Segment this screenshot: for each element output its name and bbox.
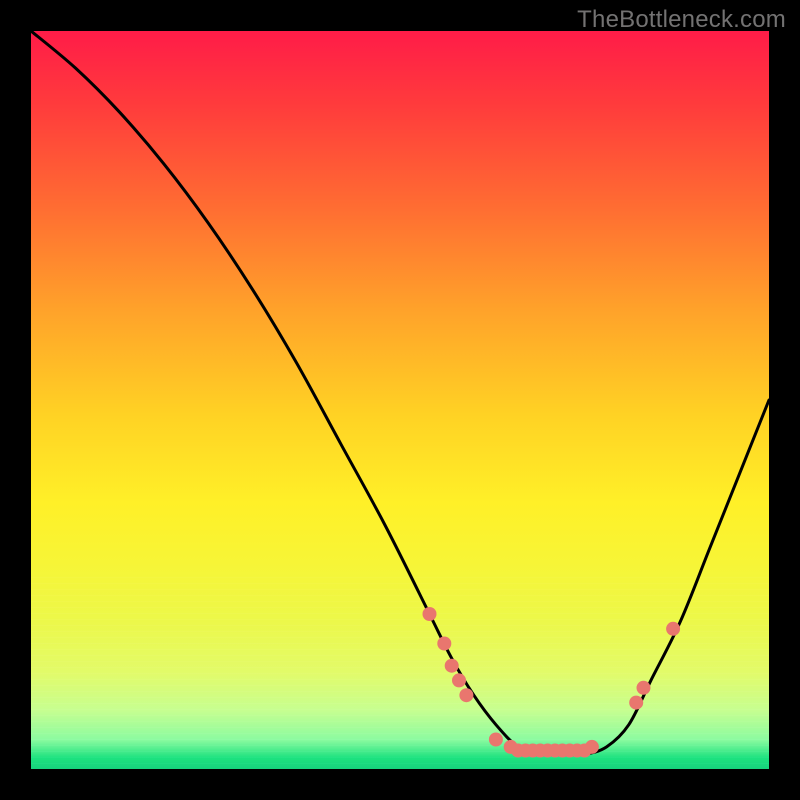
curve-dot [489, 733, 503, 747]
curve-svg [31, 31, 769, 769]
curve-dot [445, 659, 459, 673]
curve-dot [637, 681, 651, 695]
curve-dot [437, 637, 451, 651]
curve-dot [666, 622, 680, 636]
watermark-text: TheBottleneck.com [577, 6, 786, 34]
bottleneck-curve [31, 31, 769, 755]
curve-dot [423, 607, 437, 621]
curve-dot [459, 688, 473, 702]
curve-dot [629, 696, 643, 710]
plot-area [31, 31, 769, 769]
app-frame: TheBottleneck.com [0, 0, 800, 800]
curve-dot [452, 673, 466, 687]
curve-dot [585, 740, 599, 754]
curve-marker-dots [423, 607, 681, 758]
